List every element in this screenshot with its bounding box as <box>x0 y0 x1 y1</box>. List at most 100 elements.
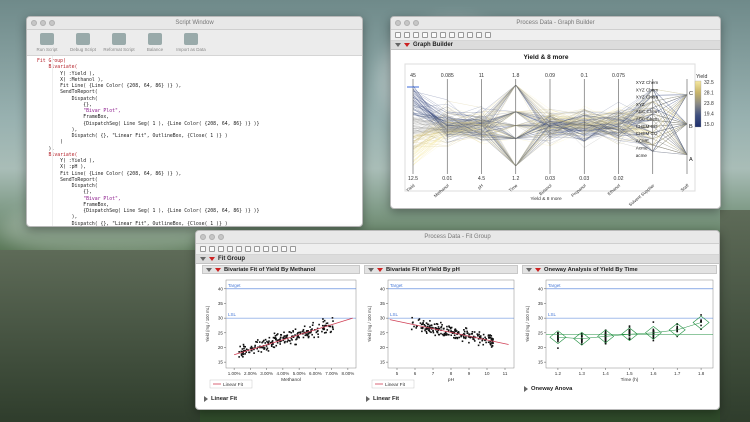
report-section-header[interactable]: Oneway Anova <box>524 386 572 392</box>
minimize-button[interactable] <box>40 20 46 26</box>
help-tool-icon[interactable] <box>209 246 215 252</box>
y-tick-label: 35 <box>218 301 224 306</box>
fit-group-window: Process Data - Fit Group Fit Group Bivar… <box>195 230 720 410</box>
data-point <box>557 340 559 343</box>
report-section-header[interactable]: Linear Fit <box>204 396 237 402</box>
lasso-icon[interactable] <box>431 32 437 38</box>
brush-icon[interactable] <box>449 32 455 38</box>
data-point <box>253 352 255 354</box>
panel-plot[interactable]: Target LSL 40 35 30 25 20 15 Yield (mg / 100 mL)… <box>364 276 518 394</box>
y-tick-label: 40 <box>380 286 386 291</box>
data-point <box>274 335 277 337</box>
data-point <box>412 321 414 324</box>
disclosure-icon[interactable] <box>366 396 370 402</box>
x-tick-label: 1.2 <box>555 371 562 376</box>
fit-group-titlebar: Process Data - Fit Group <box>196 231 719 244</box>
disclosure-icon[interactable] <box>526 267 532 272</box>
red-triangle-menu-icon[interactable] <box>209 257 215 261</box>
zoom-button[interactable] <box>49 20 55 26</box>
report-section-header[interactable]: Linear Fit <box>366 396 399 402</box>
arrow-tool-icon[interactable] <box>395 32 401 38</box>
grabber-icon[interactable] <box>227 246 233 252</box>
close-button[interactable] <box>200 234 206 240</box>
x-tick-label: 11 <box>503 371 508 376</box>
disclosure-icon[interactable] <box>204 396 208 402</box>
toolbar-label: Run Script <box>36 47 58 52</box>
x-tick-label: 6.00% <box>309 371 322 376</box>
panel-title: Bivariate Fit of Yield By pH <box>386 266 460 273</box>
x-tick-label: 4.00% <box>276 371 289 376</box>
close-button[interactable] <box>395 20 401 26</box>
data-point <box>463 337 465 339</box>
red-triangle-menu-icon[interactable] <box>404 43 410 47</box>
data-point <box>700 319 702 321</box>
table-icon[interactable] <box>290 246 296 252</box>
data-point <box>466 332 469 335</box>
minimize-button[interactable] <box>404 20 410 26</box>
import-data-button[interactable]: Import as Data <box>176 33 206 52</box>
data-point <box>275 344 278 347</box>
fit-group-header[interactable]: Fit Group <box>196 255 719 264</box>
reformat-script-button[interactable]: Reformat Script <box>103 33 135 52</box>
panel-header[interactable]: Bivariate Fit of Yield By pH <box>364 265 518 274</box>
data-point <box>441 324 443 326</box>
table-icon[interactable] <box>485 32 491 38</box>
brush-icon[interactable] <box>254 246 260 252</box>
axis-min-label: 1.2 <box>512 176 519 182</box>
script-editor[interactable]: Fit Group( Bivariate( Y( :Yield ), X( :M… <box>27 56 362 226</box>
data-point <box>427 323 430 326</box>
data-point <box>264 338 267 341</box>
data-point <box>257 350 260 353</box>
data-point <box>295 338 297 341</box>
data-point <box>487 341 490 344</box>
crosshair-icon[interactable] <box>218 246 224 252</box>
lasso-icon[interactable] <box>236 246 242 252</box>
disclosure-icon[interactable] <box>395 43 401 47</box>
panel-header[interactable]: Bivariate Fit of Yield By Methanol <box>202 265 360 274</box>
zoom-button[interactable] <box>413 20 419 26</box>
red-triangle-menu-icon[interactable] <box>215 267 221 272</box>
data-point <box>270 345 273 348</box>
x-tick-label: 1.7 <box>674 371 681 376</box>
help-tool-icon[interactable] <box>404 32 410 38</box>
x-tick-label: 5 <box>396 371 399 376</box>
data-point <box>332 320 334 322</box>
run-script-button[interactable]: Run Script <box>33 33 61 52</box>
magnifier-icon[interactable] <box>440 32 446 38</box>
line-icon[interactable] <box>272 246 278 252</box>
data-point <box>308 335 310 338</box>
annotate-icon[interactable] <box>458 32 464 38</box>
annotate-icon[interactable] <box>263 246 269 252</box>
red-triangle-menu-icon[interactable] <box>535 267 541 272</box>
disclosure-icon[interactable] <box>524 386 528 392</box>
arrow-tool-icon[interactable] <box>200 246 206 252</box>
disclosure-icon[interactable] <box>200 257 206 261</box>
data-point <box>652 335 655 338</box>
debug-script-button[interactable]: Debug Script <box>69 33 97 52</box>
balance-button[interactable]: Balance <box>141 33 169 52</box>
shape-icon[interactable] <box>476 32 482 38</box>
data-point <box>434 327 437 329</box>
line-icon[interactable] <box>467 32 473 38</box>
panel-plot[interactable]: Target LSL 40 35 30 25 20 15 Yield (mg / 100 mL)… <box>202 276 360 394</box>
close-button[interactable] <box>31 20 37 26</box>
supplier-label: acme <box>636 153 648 158</box>
data-point <box>411 316 413 319</box>
disclosure-icon[interactable] <box>206 267 212 272</box>
zoom-button[interactable] <box>218 234 224 240</box>
shape-icon[interactable] <box>281 246 287 252</box>
crosshair-icon[interactable] <box>413 32 419 38</box>
parallel-plot[interactable]: Yield & 8 more4512.5Yield0.0850.01Methan… <box>391 51 721 209</box>
graph-builder-header[interactable]: Graph Builder <box>391 41 720 50</box>
data-point <box>245 348 248 351</box>
data-point <box>436 322 438 325</box>
disclosure-icon[interactable] <box>368 267 374 272</box>
magnifier-icon[interactable] <box>245 246 251 252</box>
red-triangle-menu-icon[interactable] <box>377 267 383 272</box>
minimize-button[interactable] <box>209 234 215 240</box>
staff-label: A <box>689 157 693 163</box>
panel-plot[interactable]: Target LSL 40 35 30 25 20 15 Yield (mg / 100 mL)… <box>522 276 717 394</box>
data-point <box>421 330 423 333</box>
panel-header[interactable]: Oneway Analysis of Yield By Time <box>522 265 717 274</box>
grabber-icon[interactable] <box>422 32 428 38</box>
